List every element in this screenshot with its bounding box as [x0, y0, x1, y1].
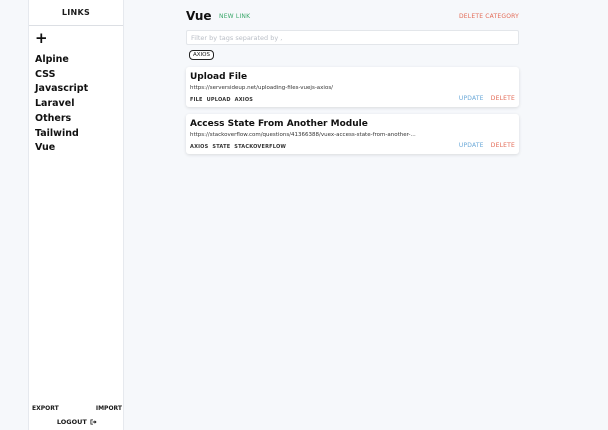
- tag[interactable]: FILE: [190, 97, 203, 103]
- tag-filter-input[interactable]: [186, 30, 519, 45]
- update-button[interactable]: UPDATE: [459, 142, 484, 149]
- sidebar-item-alpine[interactable]: Alpine: [35, 53, 88, 68]
- sidebar-title: LINKS: [29, 0, 123, 26]
- sidebar-item-javascript[interactable]: Javascript: [35, 82, 88, 97]
- delete-button[interactable]: DELETE: [491, 142, 515, 149]
- main-content: Vue NEW LINK DELETE CATEGORY AXIOS Uploa…: [186, 0, 519, 154]
- tag[interactable]: STACKOVERFLOW: [234, 144, 286, 150]
- sidebar-item-tailwind[interactable]: Tailwind: [35, 127, 88, 142]
- tag[interactable]: UPLOAD: [207, 97, 231, 103]
- logout-icon: [90, 419, 97, 424]
- link-actions: UPDATE DELETE: [459, 95, 515, 102]
- category-list: Alpine CSS Javascript Laravel Others Tai…: [35, 53, 88, 156]
- category-header: Vue NEW LINK DELETE CATEGORY: [186, 0, 519, 30]
- sidebar-item-vue[interactable]: Vue: [35, 141, 88, 156]
- link-url[interactable]: https://serversideup.net/uploading-files…: [190, 85, 440, 91]
- logout-label: LOGOUT: [56, 418, 87, 426]
- delete-button[interactable]: DELETE: [491, 95, 515, 102]
- delete-category-button[interactable]: DELETE CATEGORY: [459, 13, 519, 20]
- sidebar-item-css[interactable]: CSS: [35, 68, 88, 83]
- tag[interactable]: AXIOS: [235, 97, 253, 103]
- page-title: Vue: [186, 9, 212, 23]
- add-category-button[interactable]: +: [35, 30, 48, 46]
- update-button[interactable]: UPDATE: [459, 95, 484, 102]
- link-title[interactable]: Access State From Another Module: [190, 119, 368, 129]
- link-card: Access State From Another Module https:/…: [186, 114, 519, 154]
- link-title[interactable]: Upload File: [190, 72, 247, 82]
- new-link-button[interactable]: NEW LINK: [219, 13, 250, 20]
- sidebar: LINKS + Alpine CSS Javascript Laravel Ot…: [28, 0, 124, 430]
- sidebar-footer: EXPORT IMPORT: [29, 405, 125, 412]
- logout-button[interactable]: LOGOUT: [29, 418, 125, 426]
- sidebar-item-others[interactable]: Others: [35, 112, 88, 127]
- link-card: Upload File https://serversideup.net/upl…: [186, 67, 519, 107]
- tag[interactable]: STATE: [212, 144, 230, 150]
- sidebar-item-laravel[interactable]: Laravel: [35, 97, 88, 112]
- export-button[interactable]: EXPORT: [32, 405, 59, 412]
- tag[interactable]: AXIOS: [190, 144, 208, 150]
- import-button[interactable]: IMPORT: [96, 405, 122, 412]
- link-actions: UPDATE DELETE: [459, 142, 515, 149]
- app: LINKS + Alpine CSS Javascript Laravel Ot…: [0, 0, 608, 430]
- link-tags: FILE UPLOAD AXIOS: [190, 97, 253, 103]
- link-tags: AXIOS STATE STACKOVERFLOW: [190, 144, 286, 150]
- active-tag-chip[interactable]: AXIOS: [189, 50, 214, 60]
- link-url[interactable]: https://stackoverflow.com/questions/4136…: [190, 132, 440, 138]
